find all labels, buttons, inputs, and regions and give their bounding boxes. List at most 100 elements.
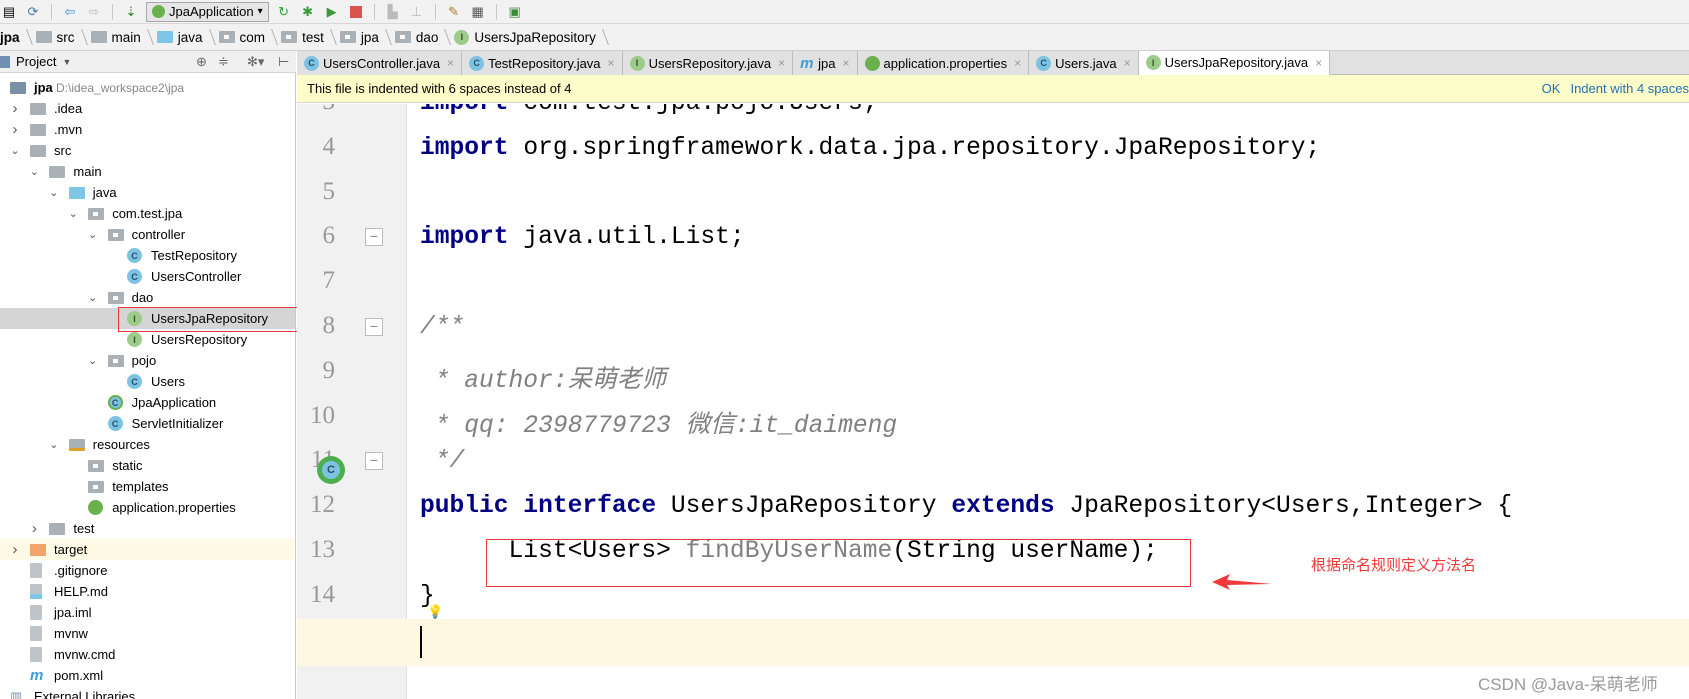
tree-item[interactable]: ⌄ dao xyxy=(0,287,295,308)
breadcrumb-item-jpa-package[interactable]: jpa xyxy=(334,24,389,51)
chevron-down-icon[interactable]: ⌄ xyxy=(49,438,59,451)
project-view-select[interactable]: Project xyxy=(16,54,56,69)
build-icon[interactable]: ⇣ xyxy=(122,3,140,21)
editor-tab[interactable]: I UsersRepository.java × xyxy=(622,51,794,75)
editor-tab[interactable]: application.properties × xyxy=(857,51,1030,75)
tree-item[interactable]: mvnw xyxy=(0,623,295,644)
tree-item[interactable]: ⌄ main xyxy=(0,161,295,182)
lightbulb-icon[interactable]: 💡 xyxy=(427,604,443,620)
fold-marker-icon[interactable]: − xyxy=(365,228,383,247)
breadcrumb-item-com[interactable]: com xyxy=(213,24,276,51)
tree-item[interactable]: m pom.xml xyxy=(0,665,295,686)
tree-item-label: templates xyxy=(112,479,169,494)
tree-item[interactable]: C UsersController xyxy=(0,266,295,287)
run-configuration-select[interactable]: JpaApplication ▾ xyxy=(146,1,269,22)
chevron-down-icon[interactable]: ⌄ xyxy=(49,186,59,199)
tree-item[interactable]: static xyxy=(0,455,295,476)
tree-item[interactable]: ⌄ resources xyxy=(0,434,295,455)
tree-item[interactable]: ⌄ pojo xyxy=(0,350,295,371)
tree-item[interactable]: mvnw.cmd xyxy=(0,644,295,665)
chevron-down-icon[interactable]: ▼ xyxy=(62,57,71,67)
line-number: 10 xyxy=(310,401,335,429)
sync-icon[interactable]: ⟳ xyxy=(24,3,42,21)
vcs-update-icon[interactable]: ▙ xyxy=(384,3,402,21)
chevron-down-icon[interactable]: ⌄ xyxy=(88,354,98,367)
close-icon[interactable]: × xyxy=(608,56,615,70)
forward-icon[interactable]: ⇨ xyxy=(85,3,103,21)
excluded-folder-icon xyxy=(30,543,46,556)
editor-tab[interactable]: I UsersJpaRepository.java × xyxy=(1138,51,1331,75)
debug-icon[interactable]: ✱ xyxy=(299,3,317,21)
tree-item[interactable]: › .idea xyxy=(0,98,295,119)
code-editor[interactable]: 3456−78−91011−12131415 import com.test.j… xyxy=(297,104,1689,699)
gear-icon[interactable]: ✻▾ xyxy=(247,54,264,70)
tree-item[interactable]: ⌄ com.test.jpa xyxy=(0,203,295,224)
breadcrumb-item-jpa[interactable]: jpa xyxy=(0,24,30,51)
chevron-down-icon[interactable]: ⌄ xyxy=(88,291,98,304)
fold-marker-icon[interactable]: − xyxy=(365,318,383,336)
sdk-icon[interactable]: ▣ xyxy=(506,3,524,21)
close-icon[interactable]: × xyxy=(1315,56,1322,70)
chevron-right-icon[interactable]: › xyxy=(10,100,20,117)
tree-item[interactable]: ⌄ controller xyxy=(0,224,295,245)
chevron-down-icon[interactable]: ⌄ xyxy=(68,207,78,220)
tree-item[interactable]: C Users xyxy=(0,371,295,392)
tree-item[interactable]: › target xyxy=(0,539,295,560)
tree-item[interactable]: I UsersRepository xyxy=(0,329,295,350)
project-structure-icon[interactable]: ▦ xyxy=(469,3,487,21)
save-icon[interactable]: ▤ xyxy=(0,3,18,21)
editor-tab[interactable]: C UsersController.java × xyxy=(297,51,463,75)
close-icon[interactable]: × xyxy=(843,56,850,70)
back-icon[interactable]: ⇦ xyxy=(61,3,79,21)
close-icon[interactable]: × xyxy=(447,56,454,70)
stop-icon[interactable] xyxy=(347,3,365,21)
tree-item[interactable]: C ServletInitializer xyxy=(0,413,295,434)
locate-icon[interactable]: ⊕ xyxy=(196,54,207,70)
code-line: * qq: 2398779723 微信:it_daimeng xyxy=(420,404,897,440)
code-line: import com.test.jpa.pojo.Users; xyxy=(420,104,878,117)
tree-item[interactable]: jpa D:\idea_workspace2\jpa xyxy=(0,77,295,98)
vcs-commit-icon[interactable]: ⊥ xyxy=(408,3,426,21)
breadcrumb-item-test[interactable]: test xyxy=(275,24,334,51)
tree-item[interactable]: application.properties xyxy=(0,497,295,518)
breadcrumb-item-java[interactable]: java xyxy=(151,24,213,51)
chevron-right-icon[interactable]: › xyxy=(10,121,20,138)
tree-item[interactable]: › .mvn xyxy=(0,119,295,140)
fold-marker-icon[interactable]: − xyxy=(365,452,383,471)
tree-item[interactable]: ▥ External Libraries xyxy=(0,686,295,699)
collapse-all-icon[interactable]: ≑ xyxy=(218,54,229,70)
chevron-right-icon[interactable]: › xyxy=(10,541,20,558)
implemented-by-icon[interactable]: C xyxy=(317,456,345,484)
tree-item[interactable]: templates xyxy=(0,476,295,497)
editor-tab[interactable]: m jpa × xyxy=(793,51,858,75)
tree-item[interactable]: ⌄ src xyxy=(0,140,295,161)
tree-item[interactable]: jpa.iml xyxy=(0,602,295,623)
breadcrumb-item-file[interactable]: I UsersJpaRepository xyxy=(448,24,606,51)
editor-tab[interactable]: C TestRepository.java × xyxy=(462,51,623,75)
chevron-right-icon[interactable]: › xyxy=(29,520,39,537)
settings-wrench-icon[interactable]: ✎ xyxy=(445,3,463,21)
tree-item[interactable]: HELP.md xyxy=(0,581,295,602)
tree-item[interactable]: C JpaApplication xyxy=(0,392,295,413)
editor-tab[interactable]: C Users.java × xyxy=(1029,51,1139,75)
breadcrumb-item-main[interactable]: main xyxy=(85,24,151,51)
indent-link[interactable]: Indent with 4 spaces xyxy=(1570,81,1689,96)
hide-panel-icon[interactable]: ⊢ xyxy=(278,54,289,70)
tree-item[interactable]: › test xyxy=(0,518,295,539)
close-icon[interactable]: × xyxy=(1124,56,1131,70)
breadcrumb-item-src[interactable]: src xyxy=(30,24,85,51)
rerun-icon[interactable]: ↻ xyxy=(275,3,293,21)
line-gutter: 3456−78−91011−12131415 xyxy=(297,104,407,699)
close-icon[interactable]: × xyxy=(1014,56,1021,70)
chevron-down-icon[interactable]: ⌄ xyxy=(10,144,20,157)
tree-item[interactable]: .gitignore xyxy=(0,560,295,581)
coverage-icon[interactable]: ▶ xyxy=(323,3,341,21)
close-icon[interactable]: × xyxy=(778,56,785,70)
tab-label: application.properties xyxy=(883,55,1008,71)
chevron-down-icon[interactable]: ⌄ xyxy=(29,165,39,178)
breadcrumb-item-dao[interactable]: dao xyxy=(389,24,449,51)
tree-item[interactable]: ⌄ java xyxy=(0,182,295,203)
tree-item[interactable]: C TestRepository xyxy=(0,245,295,266)
ok-link[interactable]: OK xyxy=(1542,81,1561,96)
chevron-down-icon[interactable]: ⌄ xyxy=(88,228,98,241)
